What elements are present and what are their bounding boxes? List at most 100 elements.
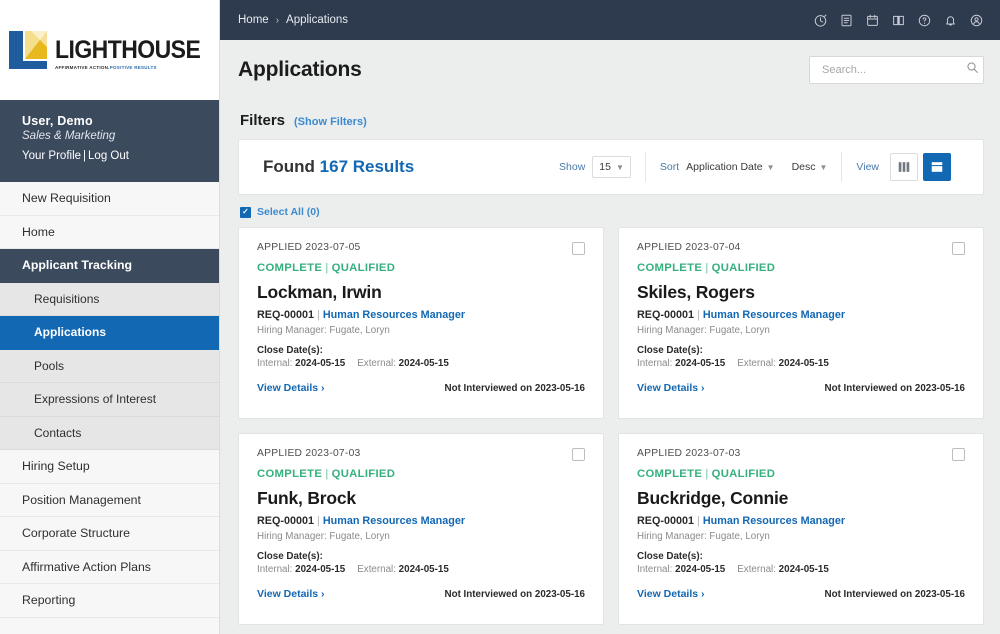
account-settings-icon[interactable] <box>969 13 984 28</box>
filters-row: Filters (Show Filters) <box>238 100 984 139</box>
book-icon[interactable] <box>891 13 906 28</box>
view-details-link[interactable]: View Details › <box>257 588 325 600</box>
application-card[interactable]: APPLIED 2023-07-04 COMPLETE | QUALIFIED Skil… <box>618 227 984 419</box>
requisition-title-link[interactable]: Human Resources Manager <box>703 309 845 321</box>
sidebar-item-expressions-of-interest[interactable]: Expressions of Interest <box>0 383 219 417</box>
external-label: External: <box>737 358 776 369</box>
search-box[interactable] <box>809 56 984 84</box>
help-circle-icon[interactable] <box>917 13 932 28</box>
view-label: View <box>856 161 879 173</box>
card-select-checkbox[interactable] <box>572 242 585 255</box>
view-details-link[interactable]: View Details › <box>637 588 705 600</box>
view-toggle-group <box>890 153 951 181</box>
sort-control: Sort Application Date ▼ Desc ▼ <box>644 152 842 182</box>
status-separator: | <box>705 262 709 274</box>
sidebar-item-label: Pools <box>34 358 65 373</box>
requisition-title-link[interactable]: Human Resources Manager <box>323 309 465 321</box>
card-top-row: APPLIED 2023-07-03 <box>637 448 965 461</box>
close-dates-values: Internal: 2024-05-15 External: 2024-05-15 <box>257 564 585 575</box>
card-footer: View Details › Not Interviewed on 2023-05… <box>257 588 585 600</box>
sidebar-item-label: Position Management <box>22 492 141 507</box>
card-select-checkbox[interactable] <box>952 448 965 461</box>
external-date: 2024-05-15 <box>398 358 449 369</box>
candidate-name[interactable]: Funk, Brock <box>257 488 585 509</box>
main-area: Home › Applications Applications Search.… <box>220 0 1000 634</box>
view-details-link[interactable]: View Details › <box>637 382 705 394</box>
breadcrumb-item-home[interactable]: Home <box>238 14 269 26</box>
calendar-icon[interactable] <box>865 13 880 28</box>
sidebar-item-requisitions[interactable]: Requisitions <box>0 282 219 316</box>
requisition-title-link[interactable]: Human Resources Manager <box>323 515 465 527</box>
show-filters-toggle[interactable]: (Show Filters) <box>294 116 367 128</box>
sidebar-item-label: Applications <box>34 325 107 340</box>
select-all-control[interactable]: ✓ Select All (0) <box>238 195 984 227</box>
hiring-manager: Hiring Manager: Fugate, Loryn <box>257 325 390 336</box>
external-date: 2024-05-15 <box>398 564 449 575</box>
sidebar-item-reporting[interactable]: Reporting <box>0 584 219 618</box>
close-dates-values: Internal: 2024-05-15 External: 2024-05-15 <box>637 564 965 575</box>
requisition-title-link[interactable]: Human Resources Manager <box>703 515 845 527</box>
sidebar-item-applicant-tracking[interactable]: Applicant Tracking <box>0 249 219 283</box>
sidebar-item-pools[interactable]: Pools <box>0 349 219 383</box>
user-links-separator: | <box>83 150 87 162</box>
search-input[interactable] <box>820 63 966 77</box>
card-select-checkbox[interactable] <box>572 448 585 461</box>
internal-label: Internal: <box>637 564 673 575</box>
your-profile-link[interactable]: Your Profile <box>22 150 81 162</box>
hiring-manager: Hiring Manager: Fugate, Loryn <box>257 531 390 542</box>
log-out-link[interactable]: Log Out <box>88 150 129 162</box>
sidebar-item-label: Reporting <box>22 593 76 608</box>
results-controls: Show 15 ▼ Sort Application Date ▼ Desc ▼… <box>545 140 965 194</box>
candidate-name[interactable]: Skiles, Rogers <box>637 282 965 303</box>
sidebar-item-contacts[interactable]: Contacts <box>0 416 219 450</box>
documents-icon[interactable] <box>839 13 854 28</box>
internal-label: Internal: <box>257 358 293 369</box>
brand-tagline: AFFIRMATIVE ACTION.POSITIVE RESULTS <box>55 66 211 71</box>
status-badge-complete: COMPLETE <box>257 262 323 274</box>
show-select[interactable]: 15 ▼ <box>592 156 631 178</box>
requisition-separator: | <box>317 309 320 321</box>
timer-icon[interactable] <box>813 13 828 28</box>
application-cards-grid: APPLIED 2023-07-05 COMPLETE | QUALIFIED Lock… <box>238 227 984 625</box>
applied-date: APPLIED 2023-07-05 <box>257 242 361 253</box>
application-card[interactable]: APPLIED 2023-07-05 COMPLETE | QUALIFIED Lock… <box>238 227 604 419</box>
status-badge-complete: COMPLETE <box>637 262 703 274</box>
breadcrumb-item-applications[interactable]: Applications <box>286 14 348 26</box>
sidebar-item-new-requisition[interactable]: New Requisition <box>0 182 219 216</box>
candidate-name[interactable]: Lockman, Irwin <box>257 282 585 303</box>
list-view-icon[interactable] <box>890 153 918 181</box>
status-badge-complete: COMPLETE <box>257 468 323 480</box>
grid-view-icon[interactable] <box>923 153 951 181</box>
sidebar-item-corporate-structure[interactable]: Corporate Structure <box>0 517 219 551</box>
top-bar-icons <box>813 13 984 28</box>
content-area: Filters (Show Filters) Found 167 Results… <box>220 100 1000 634</box>
sidebar-item-affirmative-action-plans[interactable]: Affirmative Action Plans <box>0 550 219 584</box>
sidebar-item-home[interactable]: Home <box>0 215 219 249</box>
bell-icon[interactable] <box>943 13 958 28</box>
close-dates-label: Close Date(s): <box>257 345 323 356</box>
requisition-separator: | <box>697 309 700 321</box>
sidebar-item-hiring-setup[interactable]: Hiring Setup <box>0 450 219 484</box>
select-all-label: Select All (0) <box>257 206 320 218</box>
hiring-manager: Hiring Manager: Fugate, Loryn <box>637 325 770 336</box>
sidebar-item-applications[interactable]: Applications <box>0 316 219 350</box>
user-department: Sales & Marketing <box>22 130 116 142</box>
card-select-checkbox[interactable] <box>952 242 965 255</box>
brand-logo[interactable]: LIGHTHOUSE AFFIRMATIVE ACTION.POSITIVE R… <box>0 0 219 100</box>
status-badges: COMPLETE | QUALIFIED <box>637 468 965 480</box>
sidebar-item-position-management[interactable]: Position Management <box>0 483 219 517</box>
application-card[interactable]: APPLIED 2023-07-03 COMPLETE | QUALIFIED Buck… <box>618 433 984 625</box>
external-label: External: <box>357 564 396 575</box>
applied-date: APPLIED 2023-07-03 <box>257 448 361 459</box>
requisition-id: REQ-00001 <box>637 309 695 321</box>
sort-field-select[interactable]: Application Date ▼ <box>686 161 774 173</box>
search-icon[interactable] <box>966 61 979 79</box>
select-all-checkbox[interactable]: ✓ <box>240 206 251 218</box>
view-details-link[interactable]: View Details › <box>257 382 325 394</box>
card-top-row: APPLIED 2023-07-04 <box>637 242 965 255</box>
candidate-name[interactable]: Buckridge, Connie <box>637 488 965 509</box>
application-card[interactable]: APPLIED 2023-07-03 COMPLETE | QUALIFIED Funk… <box>238 433 604 625</box>
card-top-row: APPLIED 2023-07-05 <box>257 242 585 255</box>
sort-order-select[interactable]: Desc ▼ <box>792 161 828 173</box>
interview-status-note: Not Interviewed on 2023-05-16 <box>444 589 585 600</box>
